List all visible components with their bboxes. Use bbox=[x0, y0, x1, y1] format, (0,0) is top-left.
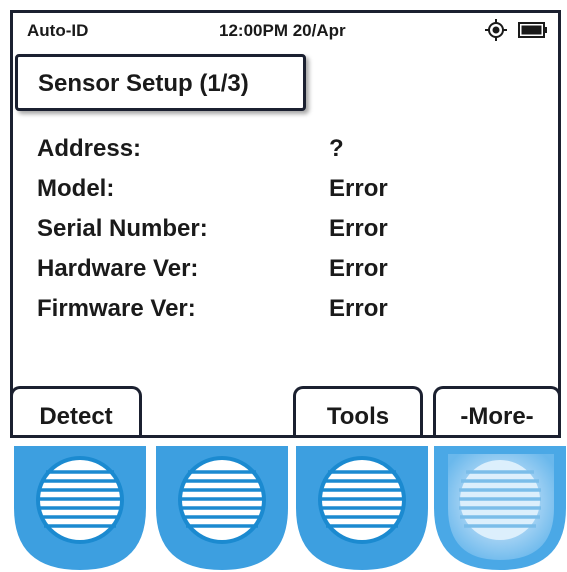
grille-icon bbox=[14, 446, 146, 570]
info-label: Address: bbox=[37, 135, 142, 162]
grille-icon bbox=[434, 446, 566, 570]
hardware-button-2[interactable] bbox=[152, 446, 292, 572]
info-value: Error bbox=[329, 295, 388, 322]
softkey-label: Detect bbox=[39, 403, 113, 430]
info-value: ? bbox=[329, 135, 344, 162]
info-label: Model: bbox=[37, 175, 115, 202]
hardware-button-3[interactable] bbox=[292, 446, 432, 572]
softkey-tools[interactable]: Tools bbox=[293, 386, 423, 435]
info-label: Firmware Ver: bbox=[37, 295, 196, 322]
info-value: Error bbox=[329, 175, 388, 202]
info-value: Error bbox=[329, 215, 388, 242]
gps-target-icon bbox=[485, 19, 507, 41]
status-bar: Auto-ID 12:00PM 20/Apr bbox=[13, 13, 558, 49]
softkey-label: Tools bbox=[326, 403, 390, 430]
info-label: Serial Number: bbox=[37, 215, 208, 242]
softkey-more[interactable]: -More- bbox=[433, 386, 558, 435]
screen-title-box: Sensor Setup (1/3) bbox=[15, 54, 306, 111]
info-value: Error bbox=[329, 255, 388, 282]
hardware-buttons-row bbox=[0, 446, 567, 572]
softkey-detect[interactable]: Detect bbox=[13, 386, 142, 435]
mode-indicator: Auto-ID bbox=[27, 21, 89, 40]
battery-icon bbox=[518, 22, 547, 38]
softkey-label: -More- bbox=[460, 403, 534, 430]
page-title: Sensor Setup (1/3) bbox=[38, 70, 249, 97]
hardware-button-4-pressed[interactable] bbox=[430, 446, 567, 572]
clock-date: 12:00PM 20/Apr bbox=[219, 21, 346, 40]
device-screen: Auto-ID 12:00PM 20/Apr Sensor Setup (1/3… bbox=[10, 10, 561, 438]
info-label: Hardware Ver: bbox=[37, 255, 199, 282]
status-icons bbox=[484, 18, 548, 42]
hardware-button-1[interactable] bbox=[10, 446, 150, 572]
grille-icon bbox=[156, 446, 288, 570]
grille-icon bbox=[296, 446, 428, 570]
